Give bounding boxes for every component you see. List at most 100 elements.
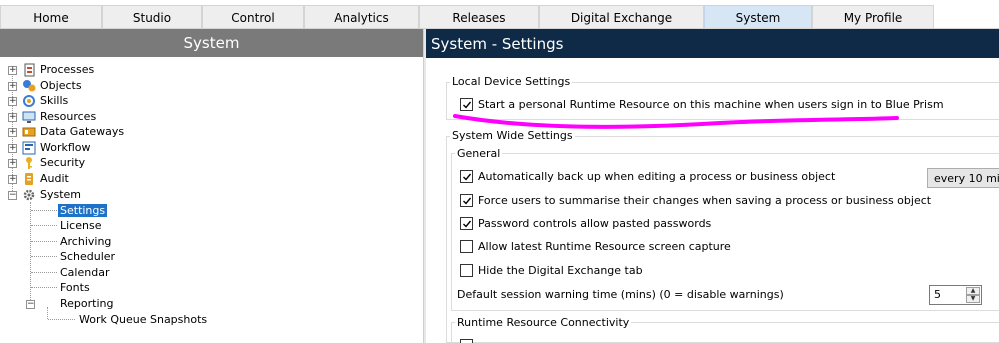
data-gateways-icon: [22, 125, 36, 139]
tree-item-fonts[interactable]: Fonts: [60, 280, 90, 295]
spinner-value: 5: [934, 288, 941, 301]
collapse-reporting[interactable]: −: [26, 300, 35, 309]
spinner-up-icon[interactable]: ▲: [966, 287, 980, 295]
tree-item-archiving[interactable]: Archiving: [60, 234, 111, 249]
screen-capture-checkbox[interactable]: [460, 240, 473, 253]
runtime-connectivity-checkbox[interactable]: [460, 339, 473, 343]
tree-item-calendar[interactable]: Calendar: [60, 265, 109, 280]
dropdown-value: every 10 minu: [934, 171, 999, 185]
tree-item-label: Fonts: [60, 281, 90, 294]
tree-connector: [31, 210, 57, 211]
tree-connector: [31, 256, 57, 257]
tree-item-reporting[interactable]: Reporting: [60, 296, 113, 311]
runtime-connectivity-group-title: Runtime Resource Connectivity: [455, 316, 632, 329]
tree-item-scheduler[interactable]: Scheduler: [60, 249, 115, 264]
tree-item-label: Reporting: [60, 297, 114, 310]
session-warning-label: Default session warning time (mins) (0 =…: [457, 288, 784, 301]
tree-connector: [48, 319, 75, 320]
hide-digital-exchange-checkbox[interactable]: [460, 264, 473, 277]
tree-item-label: Work Queue Snapshots: [79, 313, 208, 326]
tab-digital-exchange[interactable]: Digital Exchange: [539, 5, 704, 29]
tree-item-audit[interactable]: Audit: [22, 171, 69, 186]
general-group-title: General: [455, 147, 503, 160]
force-summary-option[interactable]: Force users to summarise their changes w…: [460, 194, 931, 207]
tree-connector: [31, 272, 57, 273]
tab-label: Digital Exchange: [570, 10, 673, 25]
tree-item-processes[interactable]: Processes: [22, 62, 94, 77]
tree-item-settings[interactable]: Settings: [58, 203, 108, 218]
collapse-system[interactable]: −: [8, 191, 17, 200]
hide-digital-exchange-option[interactable]: Hide the Digital Exchange tab: [460, 264, 643, 277]
tree-connector: [31, 287, 57, 288]
session-warning-spinner[interactable]: 5 ▲ ▼: [929, 285, 982, 305]
tab-home[interactable]: Home: [0, 5, 102, 29]
tab-label: Control: [231, 10, 275, 25]
tree-item-workflow[interactable]: Workflow: [22, 140, 91, 155]
tree-item-label: Workflow: [40, 141, 91, 154]
spinner-down-icon[interactable]: ▼: [966, 295, 980, 303]
tree-item-objects[interactable]: Objects: [22, 78, 82, 93]
option-label: Allow latest Runtime Resource screen cap…: [478, 240, 731, 253]
tree-item-label: Archiving: [60, 235, 112, 248]
tab-label: Home: [33, 10, 69, 25]
tree-item-label: Data Gateways: [40, 125, 125, 138]
force-summary-checkbox[interactable]: [460, 194, 473, 207]
auto-backup-option[interactable]: Automatically back up when editing a pro…: [460, 170, 835, 183]
expand-workflow[interactable]: +: [8, 144, 17, 153]
gear-icon: [22, 188, 36, 202]
tab-label: Studio: [132, 10, 172, 25]
tree-item-label: Skills: [40, 94, 69, 107]
expand-security[interactable]: +: [8, 159, 17, 168]
tab-my-profile[interactable]: My Profile: [812, 5, 934, 29]
tree-item-label: License: [60, 219, 102, 232]
tree-item-label: Audit: [40, 172, 69, 185]
system-tree: + Processes + Objects + Skills + Resourc…: [0, 57, 423, 343]
expand-objects[interactable]: +: [8, 82, 17, 91]
skills-icon: [22, 94, 36, 108]
tree-connector: [30, 202, 31, 304]
top-tab-bar: Home Studio Control Analytics Releases D…: [0, 0, 999, 29]
expand-audit[interactable]: +: [8, 175, 17, 184]
tree-item-system[interactable]: System: [22, 187, 81, 202]
expand-skills[interactable]: +: [8, 97, 17, 106]
tab-studio[interactable]: Studio: [102, 5, 202, 29]
tree-item-work-queue-snapshots[interactable]: Work Queue Snapshots: [79, 312, 207, 327]
tree-item-label: Processes: [40, 63, 95, 76]
processes-icon: [22, 63, 36, 77]
tab-releases[interactable]: Releases: [419, 5, 539, 29]
tree-item-data-gateways[interactable]: Data Gateways: [22, 124, 124, 139]
screen-capture-option[interactable]: Allow latest Runtime Resource screen cap…: [460, 240, 731, 253]
tab-label: Releases: [452, 10, 506, 25]
auto-backup-checkbox[interactable]: [460, 170, 473, 183]
tree-connector: [31, 225, 57, 226]
tree-connector: [31, 241, 57, 242]
option-label: Automatically back up when editing a pro…: [478, 170, 836, 183]
tab-label: My Profile: [843, 10, 903, 25]
tree-item-skills[interactable]: Skills: [22, 93, 68, 108]
backup-interval-dropdown[interactable]: every 10 minu: [927, 168, 999, 188]
tree-item-label: Objects: [40, 79, 82, 92]
tree-item-resources[interactable]: Resources: [22, 109, 96, 124]
tab-label: Analytics: [334, 10, 389, 25]
expand-data-gateways[interactable]: +: [8, 128, 17, 137]
tab-system[interactable]: System: [704, 5, 812, 29]
tree-connector: [47, 307, 48, 319]
tree-item-security[interactable]: Security: [22, 155, 85, 170]
tab-label: System: [735, 10, 781, 25]
tree-item-label: Resources: [40, 110, 97, 123]
expand-processes[interactable]: +: [8, 66, 17, 75]
paste-passwords-option[interactable]: Password controls allow pasted passwords: [460, 217, 711, 230]
option-label: Password controls allow pasted passwords: [478, 217, 712, 230]
tab-control[interactable]: Control: [202, 5, 304, 29]
tree-item-label: Settings: [58, 204, 108, 217]
expand-resources[interactable]: +: [8, 113, 17, 122]
objects-icon: [22, 79, 36, 93]
left-panel-title: System: [0, 29, 423, 57]
paste-passwords-checkbox[interactable]: [460, 217, 473, 230]
audit-icon: [22, 172, 36, 186]
tree-item-label: Security: [40, 156, 86, 169]
tab-analytics[interactable]: Analytics: [304, 5, 419, 29]
tree-item-label: System: [40, 188, 82, 201]
page-title: System - Settings: [426, 29, 999, 58]
tree-item-license[interactable]: License: [60, 218, 101, 233]
